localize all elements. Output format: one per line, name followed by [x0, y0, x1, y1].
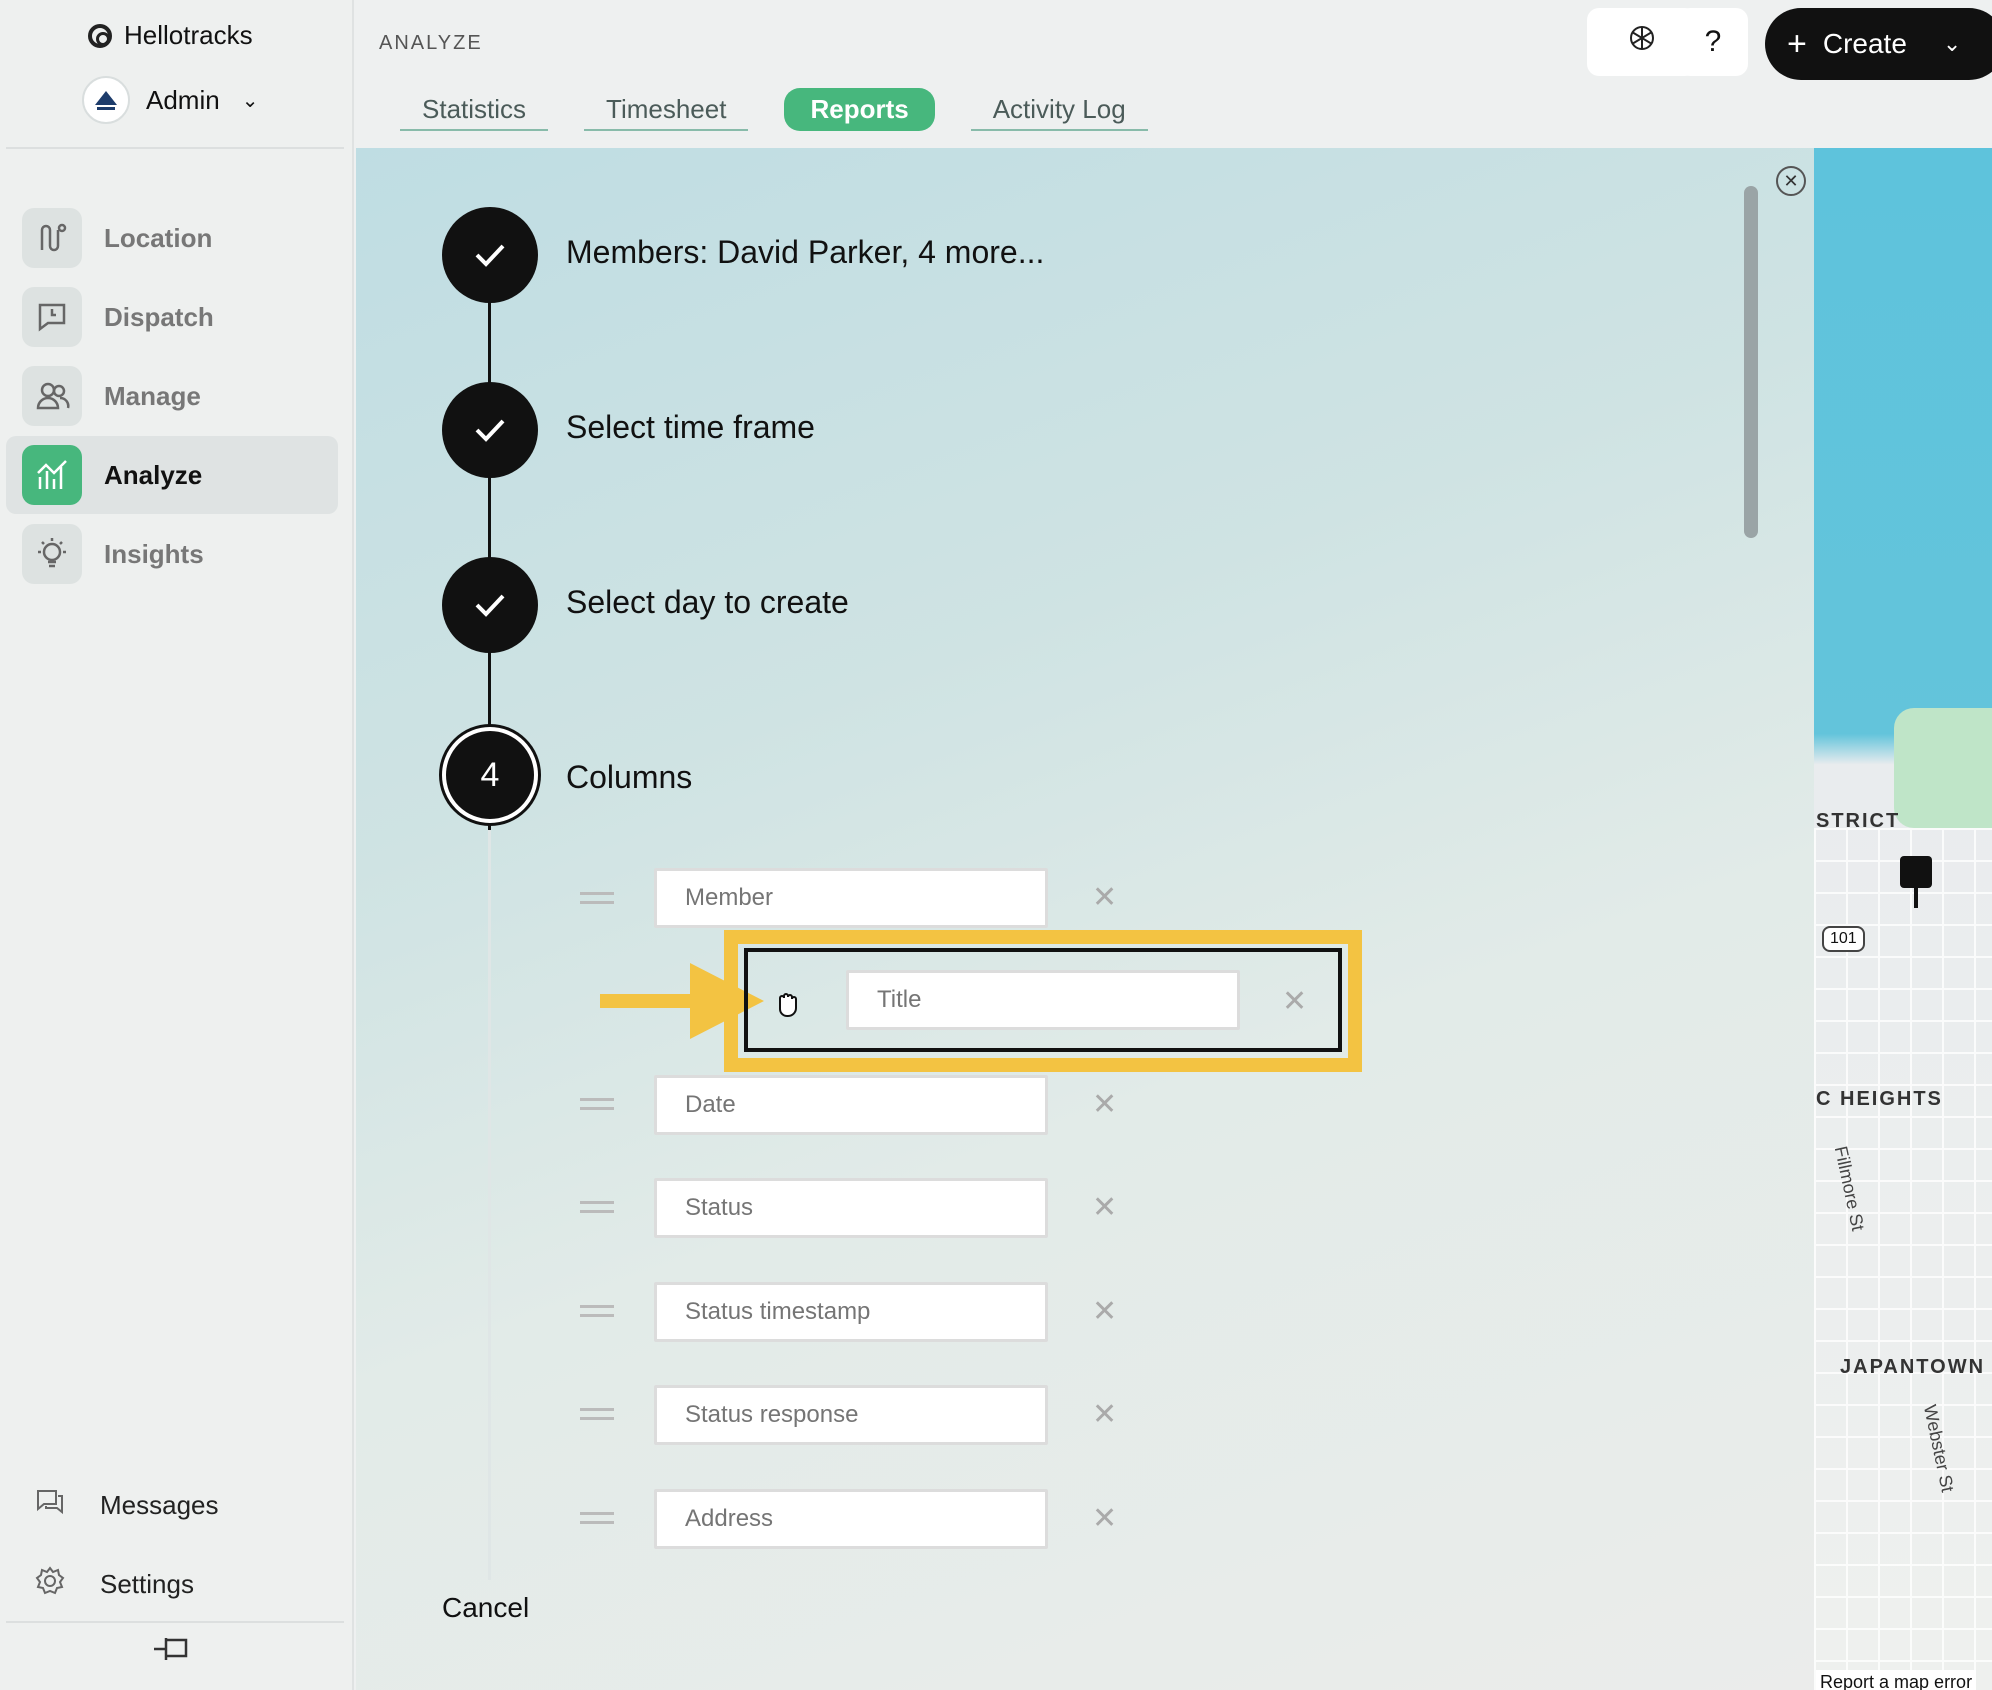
hellotracks-logo-icon — [88, 23, 112, 48]
annotation-arrow — [600, 994, 690, 1008]
drag-handle-icon[interactable] — [580, 1098, 614, 1110]
report-map-error-link[interactable]: Report a map error — [1816, 1670, 1977, 1690]
column-field[interactable] — [654, 1075, 1048, 1135]
drag-handle-icon[interactable] — [580, 1512, 614, 1524]
analyze-tabs: Statistics Timesheet Reports Activity Lo… — [400, 88, 1148, 131]
map-marker-icon[interactable] — [1900, 856, 1932, 908]
checkmark-icon — [475, 244, 505, 267]
sidebar-item-messages[interactable]: Messages — [34, 1486, 219, 1525]
report-wizard-panel — [356, 148, 1814, 1690]
remove-column-icon[interactable]: ✕ — [1092, 1294, 1117, 1329]
create-label: Create — [1822, 28, 1907, 59]
remove-column-icon[interactable]: ✕ — [1282, 984, 1307, 1019]
sidebar-item-label: Insights — [104, 538, 204, 569]
insights-icon — [22, 524, 82, 584]
checkmark-icon — [475, 419, 505, 442]
pin-sidebar-icon[interactable] — [152, 1634, 192, 1669]
tab-reports[interactable]: Reports — [784, 88, 935, 131]
map-label: C HEIGHTS — [1816, 1088, 1943, 1110]
column-field[interactable] — [654, 1489, 1048, 1549]
brand-name: Hellotracks — [124, 20, 253, 50]
chevron-down-icon[interactable]: ⌄ — [1943, 31, 1961, 57]
step-title[interactable]: Select day to create — [566, 584, 849, 621]
close-icon: ✕ — [1783, 170, 1799, 191]
sidebar: Hellotracks Admin ⌄ Location Dispatch Ma… — [0, 0, 354, 1690]
divider — [6, 147, 344, 149]
step-done[interactable] — [442, 382, 538, 478]
sidebar-item-insights[interactable]: Insights — [6, 515, 338, 593]
drag-handle-icon[interactable] — [580, 1408, 614, 1420]
drag-handle-icon[interactable] — [580, 892, 614, 904]
drag-handle-icon[interactable] — [580, 1201, 614, 1213]
sidebar-item-label: Manage — [104, 380, 201, 411]
step-done[interactable] — [442, 207, 538, 303]
remove-column-icon[interactable]: ✕ — [1092, 1087, 1117, 1122]
map-streets-grid — [1814, 828, 1992, 1690]
highway-shield: 101 — [1822, 926, 1865, 952]
create-button[interactable]: + Create ⌄ — [1765, 8, 1992, 80]
tab-statistics[interactable]: Statistics — [400, 88, 549, 131]
account-role: Admin — [146, 84, 220, 115]
tab-timesheet[interactable]: Timesheet — [584, 88, 749, 131]
brand[interactable]: Hellotracks — [88, 20, 253, 51]
remove-column-icon[interactable]: ✕ — [1092, 1397, 1117, 1432]
sidebar-item-analyze[interactable]: Analyze — [6, 436, 338, 514]
remove-column-icon[interactable]: ✕ — [1092, 1190, 1117, 1225]
column-field[interactable] — [654, 1282, 1048, 1342]
avatar — [82, 76, 130, 124]
map[interactable]: STRICT 101 C HEIGHTS Fillmore St JAPANTO… — [1814, 148, 1992, 1690]
checkmark-icon — [475, 594, 505, 617]
sidebar-item-label: Settings — [100, 1569, 194, 1599]
analyze-icon — [22, 445, 82, 505]
divider — [6, 1621, 344, 1623]
column-field[interactable] — [654, 1178, 1048, 1238]
map-label: JAPANTOWN — [1840, 1356, 1986, 1378]
step-done[interactable] — [442, 557, 538, 653]
drag-handle-icon[interactable] — [580, 1305, 614, 1317]
plus-icon: + — [1787, 24, 1807, 63]
manage-icon — [22, 366, 82, 426]
column-field[interactable] — [654, 868, 1048, 928]
messages-icon — [34, 1486, 66, 1525]
cancel-button[interactable]: Cancel — [442, 1592, 529, 1624]
column-field[interactable] — [846, 970, 1240, 1030]
map-label: STRICT — [1816, 810, 1901, 832]
location-icon — [22, 208, 82, 268]
step-title: Columns — [566, 759, 693, 795]
timeline-line-pending — [488, 830, 491, 1580]
sidebar-item-dispatch[interactable]: Dispatch — [6, 278, 338, 356]
help-button[interactable]: ? — [1678, 8, 1748, 76]
chevron-down-icon: ⌄ — [241, 89, 259, 112]
account-switcher[interactable]: Admin ⌄ — [82, 76, 258, 124]
sidebar-item-settings[interactable]: Settings — [34, 1565, 194, 1604]
section-label: ANALYZE — [379, 32, 483, 54]
step-current: 4 — [442, 727, 538, 823]
close-panel-button[interactable]: ✕ — [1776, 166, 1806, 196]
sidebar-item-manage[interactable]: Manage — [6, 357, 338, 435]
dispatch-icon — [22, 287, 82, 347]
sidebar-item-label: Dispatch — [104, 301, 214, 332]
step-title[interactable]: Members: David Parker, 4 more... — [566, 234, 1044, 271]
sidebar-item-location[interactable]: Location — [6, 199, 338, 277]
remove-column-icon[interactable]: ✕ — [1092, 1501, 1117, 1536]
remove-column-icon[interactable]: ✕ — [1092, 880, 1117, 915]
column-field[interactable] — [654, 1385, 1048, 1445]
ai-assistant-icon — [1627, 23, 1657, 61]
sidebar-item-label: Analyze — [104, 459, 203, 490]
settings-icon — [34, 1565, 66, 1604]
sidebar-item-label: Messages — [100, 1490, 219, 1520]
grab-hand-icon[interactable] — [772, 988, 804, 1025]
step-title[interactable]: Select time frame — [566, 409, 815, 446]
tab-activity-log[interactable]: Activity Log — [970, 88, 1148, 131]
sidebar-item-label: Location — [104, 222, 213, 253]
map-park — [1894, 708, 1992, 828]
scrollbar[interactable] — [1744, 186, 1758, 538]
